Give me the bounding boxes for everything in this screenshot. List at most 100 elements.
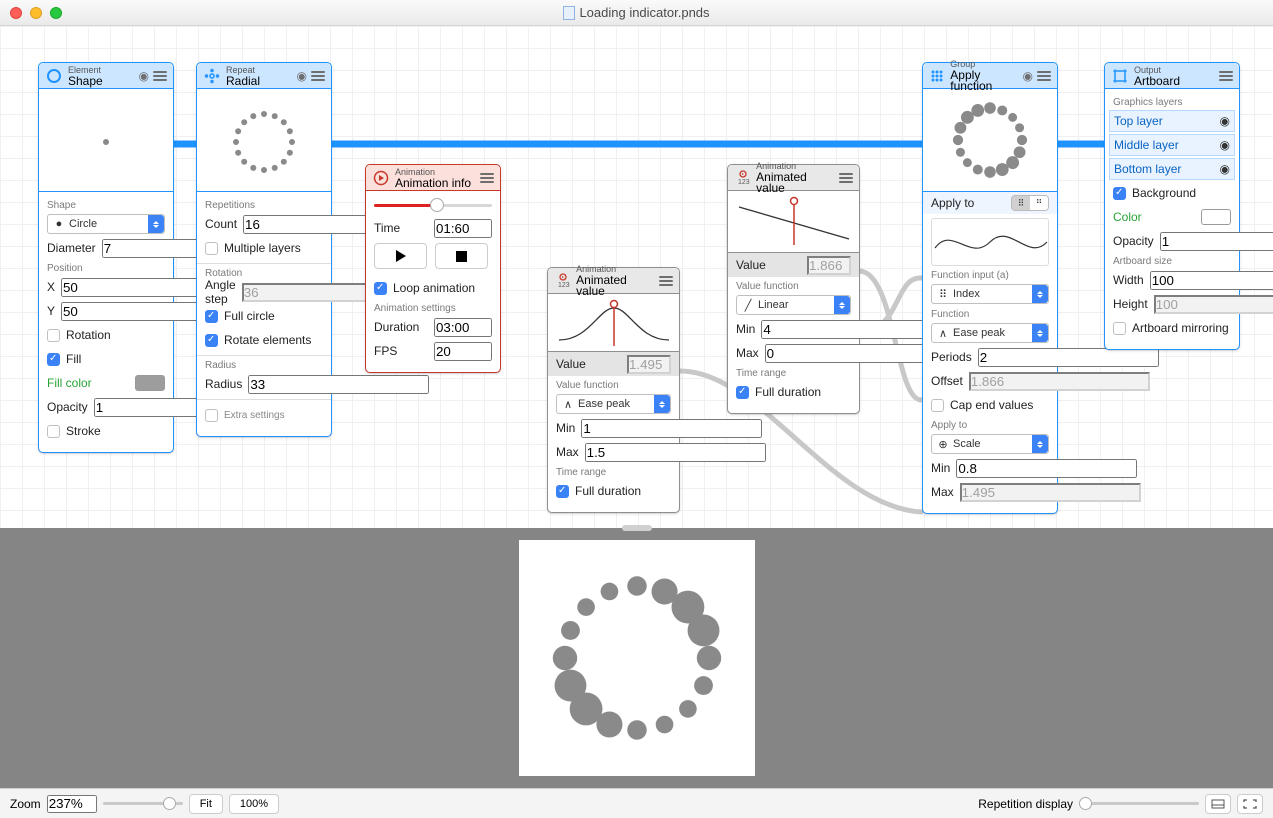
layout-icon[interactable] xyxy=(1205,794,1231,814)
shape-preview xyxy=(39,89,173,192)
value-function-select[interactable]: ╱Linear xyxy=(736,295,851,315)
apply-target-select[interactable]: ⊕Scale xyxy=(931,434,1049,454)
animated-value-icon: 123 xyxy=(554,272,571,290)
document-icon xyxy=(563,6,575,20)
radial-icon xyxy=(203,67,221,85)
zoom-label: Zoom xyxy=(10,797,41,811)
node-animation-info[interactable]: AnimationAnimation info Time Loop animat… xyxy=(365,164,501,373)
periods-input[interactable] xyxy=(978,348,1159,367)
height-input[interactable] xyxy=(1154,295,1273,314)
visibility-icon[interactable]: ◉ xyxy=(139,69,149,83)
radius-input[interactable] xyxy=(248,375,429,394)
multiple-layers-checkbox[interactable] xyxy=(205,242,218,255)
color-label[interactable]: Color xyxy=(1113,210,1195,224)
menu-icon[interactable] xyxy=(1037,71,1051,81)
full-duration-checkbox[interactable] xyxy=(556,485,569,498)
index-icon: ⠿ xyxy=(937,288,949,301)
svg-text:123: 123 xyxy=(558,282,570,289)
opacity-input[interactable] xyxy=(1160,232,1273,251)
extra-settings-checkbox[interactable] xyxy=(205,409,218,422)
mirroring-checkbox[interactable] xyxy=(1113,322,1126,335)
circle-icon: ● xyxy=(53,218,65,230)
node-artboard[interactable]: OutputArtboard Graphics layers Top layer… xyxy=(1104,62,1240,350)
background-checkbox[interactable] xyxy=(1113,187,1126,200)
full-circle-checkbox[interactable] xyxy=(205,310,218,323)
grid-icon xyxy=(929,67,945,85)
rotate-elements-checkbox[interactable] xyxy=(205,334,218,347)
hundred-button[interactable]: 100% xyxy=(229,794,279,814)
radial-preview xyxy=(197,89,331,192)
stop-button[interactable] xyxy=(435,243,488,269)
layer-row[interactable]: Bottom layer◉ xyxy=(1109,158,1235,180)
stroke-checkbox[interactable] xyxy=(47,425,60,438)
min-input[interactable] xyxy=(761,320,942,339)
max-input[interactable] xyxy=(765,344,946,363)
loop-checkbox[interactable] xyxy=(374,282,387,295)
menu-icon[interactable] xyxy=(480,173,494,183)
max-input[interactable] xyxy=(585,443,766,462)
time-input[interactable] xyxy=(434,219,492,238)
duration-input[interactable] xyxy=(434,318,492,337)
menu-icon[interactable] xyxy=(153,71,167,81)
rotation-checkbox[interactable] xyxy=(47,329,60,342)
fill-checkbox[interactable] xyxy=(47,353,60,366)
resize-handle-icon[interactable] xyxy=(622,525,652,531)
visibility-icon[interactable]: ◉ xyxy=(1023,69,1033,83)
node-animated-value-2[interactable]: 123 AnimationAnimated value Value Value … xyxy=(727,164,860,414)
layer-row[interactable]: Middle layer◉ xyxy=(1109,134,1235,156)
visibility-icon[interactable]: ◉ xyxy=(1220,114,1230,128)
window-titlebar: Loading indicator.pnds xyxy=(0,0,1273,26)
curve-icon: ∧ xyxy=(937,327,949,340)
value-graph-preview xyxy=(728,191,859,253)
node-canvas[interactable]: ElementShape ◉ Shape ●Circle Diameter Po… xyxy=(0,26,1273,528)
function-input-select[interactable]: ⠿Index xyxy=(931,284,1049,304)
play-circle-icon xyxy=(372,169,390,187)
menu-icon[interactable] xyxy=(1219,71,1233,81)
fill-color-label[interactable]: Fill color xyxy=(47,376,129,390)
color-swatch[interactable] xyxy=(1201,209,1231,225)
artboard-preview xyxy=(519,540,755,776)
zoom-value-input[interactable] xyxy=(47,795,97,813)
menu-icon[interactable] xyxy=(311,71,325,81)
node-animated-value-1[interactable]: 123 AnimationAnimated value Value Value … xyxy=(547,267,680,513)
value-output xyxy=(807,256,851,275)
visibility-icon[interactable]: ◉ xyxy=(297,69,307,83)
svg-text:123: 123 xyxy=(738,179,750,186)
play-button[interactable] xyxy=(374,243,427,269)
cap-checkbox[interactable] xyxy=(931,399,944,412)
apply-to-toggle[interactable]: ⠿ ⠛ xyxy=(1011,195,1049,211)
zoom-slider[interactable] xyxy=(103,797,183,811)
function-select[interactable]: ∧Ease peak xyxy=(931,323,1049,343)
scale-icon: ⊕ xyxy=(937,438,949,451)
animated-value-icon: 123 xyxy=(734,169,751,187)
apply-fn-preview xyxy=(923,89,1057,192)
visibility-icon[interactable]: ◉ xyxy=(1220,162,1230,176)
curve-icon: ∧ xyxy=(562,398,574,411)
fill-color-swatch[interactable] xyxy=(135,375,165,391)
value-output xyxy=(627,355,671,374)
layer-row[interactable]: Top layer◉ xyxy=(1109,110,1235,132)
value-function-select[interactable]: ∧Ease peak xyxy=(556,394,671,414)
min-input[interactable] xyxy=(956,459,1137,478)
visibility-icon[interactable]: ◉ xyxy=(1220,138,1230,152)
fullscreen-icon[interactable] xyxy=(1237,794,1263,814)
node-shape[interactable]: ElementShape ◉ Shape ●Circle Diameter Po… xyxy=(38,62,174,453)
value-graph-preview xyxy=(548,294,679,352)
menu-icon[interactable] xyxy=(659,276,673,286)
time-slider[interactable] xyxy=(374,195,492,215)
full-duration-checkbox[interactable] xyxy=(736,386,749,399)
node-apply-function[interactable]: GroupApply function ◉ Apply to ⠿ ⠛ Funct… xyxy=(922,62,1058,514)
output-preview-panel xyxy=(0,528,1273,788)
menu-icon[interactable] xyxy=(839,173,853,183)
node-radial[interactable]: RepeatRadial ◉ Repetitions Count Multipl… xyxy=(196,62,332,437)
min-input[interactable] xyxy=(581,419,762,438)
repetition-slider[interactable] xyxy=(1079,797,1199,811)
max-input[interactable] xyxy=(960,483,1141,502)
artboard-icon xyxy=(1111,67,1129,85)
fps-input[interactable] xyxy=(434,342,492,361)
circle-icon xyxy=(45,67,63,85)
offset-input[interactable] xyxy=(969,372,1150,391)
width-input[interactable] xyxy=(1150,271,1273,290)
shape-select[interactable]: ●Circle xyxy=(47,214,165,234)
fit-button[interactable]: Fit xyxy=(189,794,223,814)
